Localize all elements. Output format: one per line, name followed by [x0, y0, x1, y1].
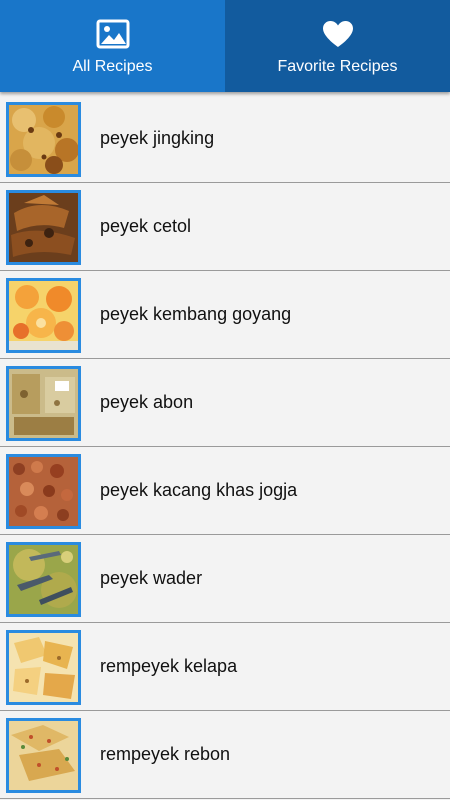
- tab-all-recipes-label: All Recipes: [72, 58, 153, 75]
- recipe-title: peyek kacang khas jogja: [100, 480, 298, 500]
- recipe-thumbnail: [6, 278, 81, 353]
- tab-favorite-recipes-label: Favorite Recipes: [277, 58, 398, 75]
- image-icon: [96, 19, 130, 49]
- tab-all-recipes[interactable]: All Recipes: [0, 0, 225, 92]
- recipe-thumbnail: [6, 718, 81, 793]
- tab-favorite-recipes[interactable]: Favorite Recipes: [225, 0, 450, 92]
- recipe-thumbnail: [6, 190, 81, 265]
- recipe-title: peyek abon: [100, 392, 194, 412]
- recipe-row[interactable]: peyek cetol: [0, 183, 450, 271]
- recipe-title: peyek wader: [100, 568, 203, 588]
- heart-icon: [321, 19, 355, 49]
- recipe-title: rempeyek kelapa: [100, 656, 238, 676]
- recipe-title: peyek cetol: [100, 216, 192, 236]
- recipe-row[interactable]: peyek kacang khas jogja: [0, 447, 450, 535]
- recipe-thumbnail: [6, 102, 81, 177]
- recipe-title: peyek kembang goyang: [100, 304, 292, 324]
- recipe-row[interactable]: peyek jingking: [0, 95, 450, 183]
- recipe-thumbnail: [6, 454, 81, 529]
- app-screen: All Recipes Favorite Recipes peyek jingk…: [0, 0, 450, 800]
- recipe-list[interactable]: peyek jingking peyek cetol peyek kembang…: [0, 95, 450, 800]
- recipe-thumbnail: [6, 366, 81, 441]
- recipe-row[interactable]: peyek wader: [0, 535, 450, 623]
- recipe-row[interactable]: rempeyek kelapa: [0, 623, 450, 711]
- recipe-title: peyek jingking: [100, 128, 215, 148]
- recipe-thumbnail: [6, 630, 81, 705]
- recipe-row[interactable]: peyek kembang goyang: [0, 271, 450, 359]
- recipe-row[interactable]: peyek abon: [0, 359, 450, 447]
- recipe-thumbnail: [6, 542, 81, 617]
- recipe-row[interactable]: rempeyek rebon: [0, 711, 450, 799]
- recipe-title: rempeyek rebon: [100, 744, 231, 764]
- tab-bar: All Recipes Favorite Recipes: [0, 0, 450, 92]
